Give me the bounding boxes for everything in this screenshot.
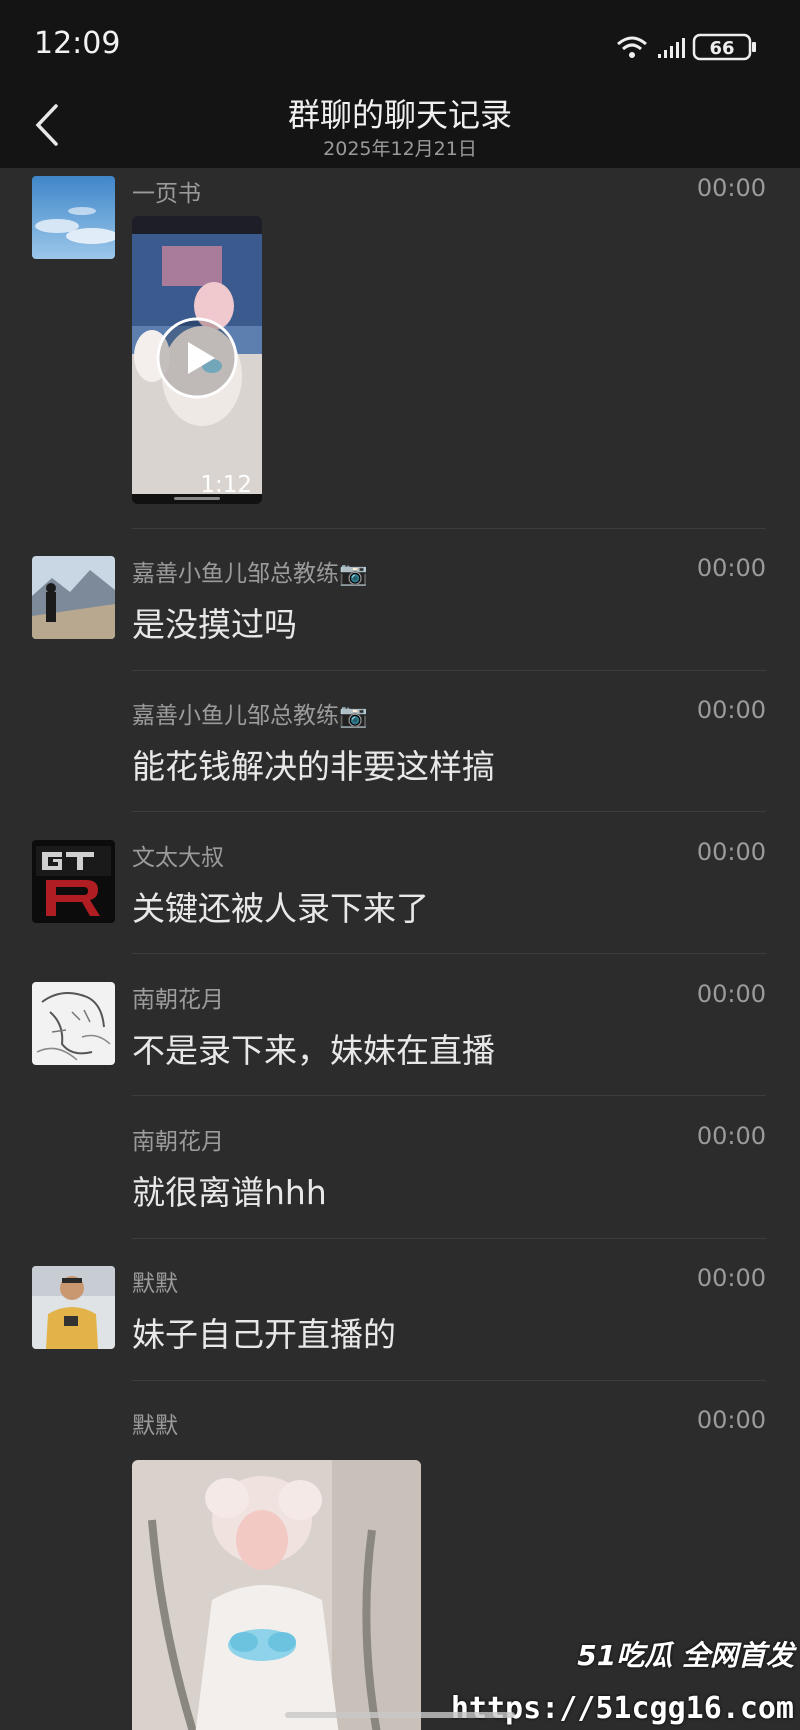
sender-name: 南朝花月 — [132, 987, 224, 1013]
divider — [132, 528, 766, 529]
message-time: 00:00 — [696, 1264, 766, 1292]
sketch-avatar-image — [32, 982, 115, 1065]
wifi-icon — [617, 36, 647, 58]
watermark-brand: 51吃瓜 全网首发 — [577, 1639, 794, 1672]
sky-avatar-image — [32, 176, 115, 259]
message-text: 就很离谱hhh — [132, 1173, 327, 1212]
divider — [132, 1095, 766, 1096]
avatar[interactable] — [32, 982, 115, 1065]
chat-message: 嘉善小鱼儿邹总教练📷 00:00 能花钱解决的非要这样搞 — [0, 690, 800, 812]
message-time: 00:00 — [696, 980, 766, 1008]
chat-message: 一页书 00:00 1:12 — [0, 168, 800, 529]
sender-name: 嘉善小鱼儿邹总教练📷 — [132, 703, 368, 729]
signal-icon — [658, 38, 685, 58]
photo-image — [132, 1460, 421, 1730]
divider — [132, 811, 766, 812]
sender-name: 默默 — [132, 1413, 178, 1439]
chat-message: 嘉善小鱼儿邹总教练📷 00:00 是没摸过吗 — [0, 548, 800, 671]
watermark: 51吃瓜 全网首发 https://51cgg16.com — [451, 1634, 794, 1726]
sender-name: 文太大叔 — [132, 845, 224, 871]
message-text: 是没摸过吗 — [132, 605, 297, 644]
sender-name: 南朝花月 — [132, 1129, 224, 1155]
chat-message: 南朝花月 00:00 不是录下来，妹妹在直播 — [0, 974, 800, 1096]
divider — [132, 1238, 766, 1239]
play-icon[interactable] — [155, 316, 239, 400]
divider — [132, 670, 766, 671]
message-time: 00:00 — [696, 1122, 766, 1150]
avatar[interactable] — [32, 176, 115, 259]
status-time: 12:09 — [34, 26, 121, 61]
message-text: 不是录下来，妹妹在直播 — [132, 1031, 495, 1070]
message-time: 00:00 — [696, 1406, 766, 1434]
battery-icon: 66 — [692, 33, 756, 61]
message-text: 妹子自己开直播的 — [132, 1315, 396, 1354]
sender-name: 嘉善小鱼儿邹总教练📷 — [132, 561, 368, 587]
video-duration: 1:12 — [200, 472, 252, 498]
chat-history-list[interactable]: 一页书 00:00 1:12 嘉善小鱼儿邹总教练📷 00:00 是没摸过吗 嘉善… — [0, 168, 800, 1730]
divider — [132, 1380, 766, 1381]
image-message[interactable] — [132, 1460, 421, 1730]
avatar[interactable] — [32, 556, 115, 639]
home-indicator[interactable] — [285, 1712, 515, 1718]
message-text: 关键还被人录下来了 — [132, 889, 429, 928]
avatar[interactable] — [32, 1266, 115, 1349]
chat-message: 默默 00:00 妹子自己开直播的 — [0, 1258, 800, 1381]
message-time: 00:00 — [696, 696, 766, 724]
sender-name: 默默 — [132, 1271, 178, 1297]
message-time: 00:00 — [696, 554, 766, 582]
message-time: 00:00 — [696, 174, 766, 202]
divider — [132, 953, 766, 954]
person-avatar-image — [32, 1266, 115, 1349]
page-title: 群聊的聊天记录 — [287, 96, 512, 134]
record-date: 2025年12月21日 — [323, 138, 477, 160]
avatar[interactable] — [32, 840, 115, 923]
status-icons: 66 — [617, 33, 756, 61]
message-time: 00:00 — [696, 838, 766, 866]
battery-level: 66 — [709, 38, 734, 59]
mountain-avatar-image — [32, 556, 115, 639]
sender-name: 一页书 — [132, 181, 201, 207]
watermark-url: https://51cgg16.com — [450, 1691, 794, 1726]
video-message[interactable]: 1:12 — [132, 216, 262, 504]
chat-message: 南朝花月 00:00 就很离谱hhh — [0, 1116, 800, 1239]
gtr-logo-avatar-image — [32, 840, 115, 923]
nav-bar: 群聊的聊天记录 2025年12月21日 — [0, 86, 800, 168]
chat-message: 文太大叔 00:00 关键还被人录下来了 — [0, 832, 800, 954]
message-text: 能花钱解决的非要这样搞 — [132, 747, 495, 786]
status-bar: 12:09 66 — [0, 0, 800, 86]
